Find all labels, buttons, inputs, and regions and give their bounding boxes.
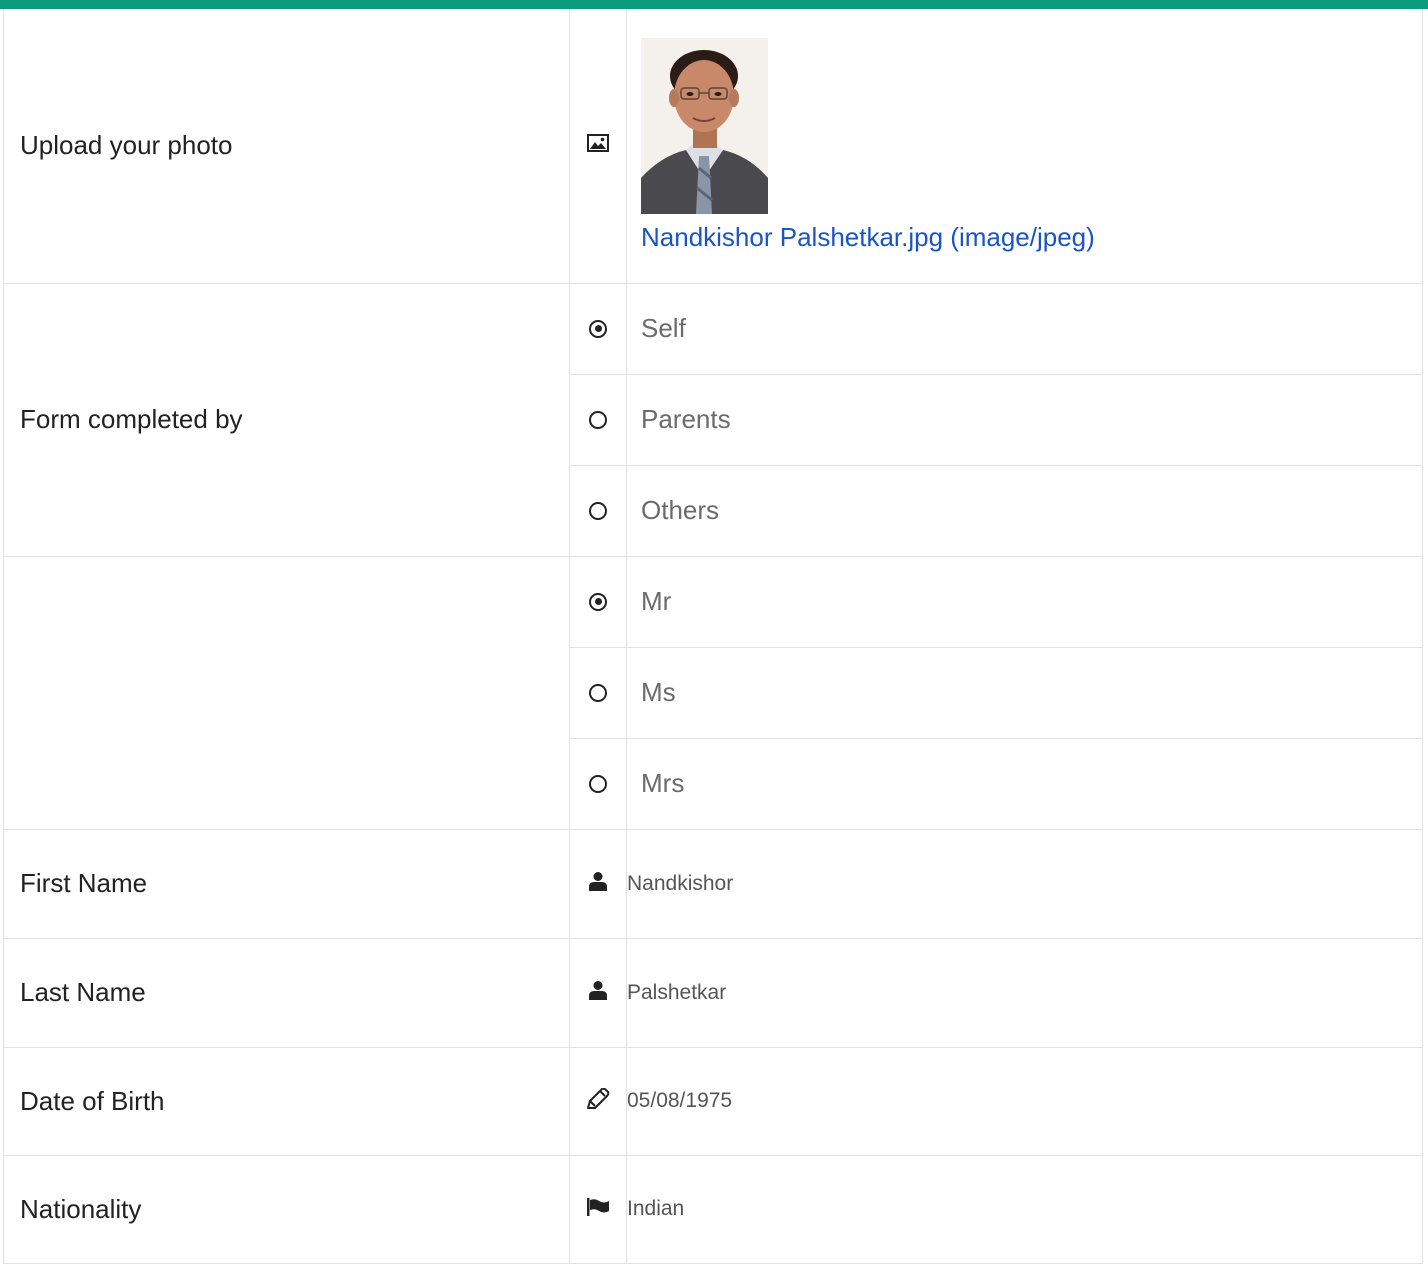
radio-ms[interactable] [589,683,607,702]
photo-icon-cell [569,9,627,284]
option-parents-label: Parents [641,404,731,434]
radio-cell-parents [569,373,627,466]
title-label-cell [3,555,570,830]
dob-row: Date of Birth 05/08/1975 [3,1046,1423,1156]
last-name-icon-cell [569,937,627,1048]
user-icon [588,871,608,896]
profile-form-table: Upload your photo Nandkishor Palshetkar.… [3,9,1423,1264]
last-name-label-cell: Last Name [3,937,570,1048]
nationality-icon-cell [569,1154,627,1264]
dob-icon-cell [569,1046,627,1156]
radio-cell-others [569,464,627,557]
radio-mrs[interactable] [589,774,607,793]
top-accent-bar [0,0,1428,9]
photo-label: Upload your photo [20,130,233,161]
radio-cell-self [569,282,627,375]
option-mr-label: Mr [641,586,672,616]
user-icon [588,980,608,1005]
option-others-label: Others [641,495,720,525]
option-mrs-label: Mrs [641,768,685,798]
photo-value-cell: Nandkishor Palshetkar.jpg (image/jpeg) [626,9,1423,284]
radio-cell-mr [569,555,627,648]
first-name-label-cell: First Name [3,828,570,939]
radio-mr[interactable] [589,592,607,611]
first-name-icon-cell [569,828,627,939]
last-name-label: Last Name [20,977,146,1007]
uploaded-photo[interactable] [641,37,768,214]
title-row-mr: Mr [3,555,1423,830]
photo-row: Upload your photo Nandkishor Palshetkar.… [3,9,1423,284]
radio-parents[interactable] [589,410,607,429]
photo-file-link[interactable]: Nandkishor Palshetkar.jpg (image/jpeg) [641,222,1095,253]
dob-label-cell: Date of Birth [3,1046,570,1156]
completed-by-row-self: Form completed by Self [3,282,1423,557]
pen-icon [586,1087,610,1115]
dob-label: Date of Birth [20,1085,165,1116]
nationality-row: Nationality Indian [3,1154,1423,1264]
first-name-row: First Name Nandkishor [3,828,1423,939]
option-self-label: Self [641,313,686,343]
option-ms-label: Ms [641,677,676,707]
dob-value: 05/08/1975 [626,1046,1423,1156]
flag-icon [586,1197,610,1221]
image-icon [587,134,609,157]
radio-self[interactable] [589,319,607,338]
first-name-value: Nandkishor [626,828,1423,939]
nationality-label: Nationality [20,1193,142,1224]
nationality-label-cell: Nationality [3,1154,570,1264]
last-name-value: Palshetkar [626,937,1423,1048]
last-name-row: Last Name Palshetkar [3,937,1423,1048]
photo-label-cell: Upload your photo [3,9,570,284]
radio-cell-ms [569,646,627,739]
radio-cell-mrs [569,737,627,830]
first-name-label: First Name [20,868,148,898]
completed-by-label: Form completed by [20,404,243,434]
completed-by-label-cell: Form completed by [3,282,570,557]
radio-others[interactable] [589,501,607,520]
nationality-value: Indian [626,1154,1423,1264]
